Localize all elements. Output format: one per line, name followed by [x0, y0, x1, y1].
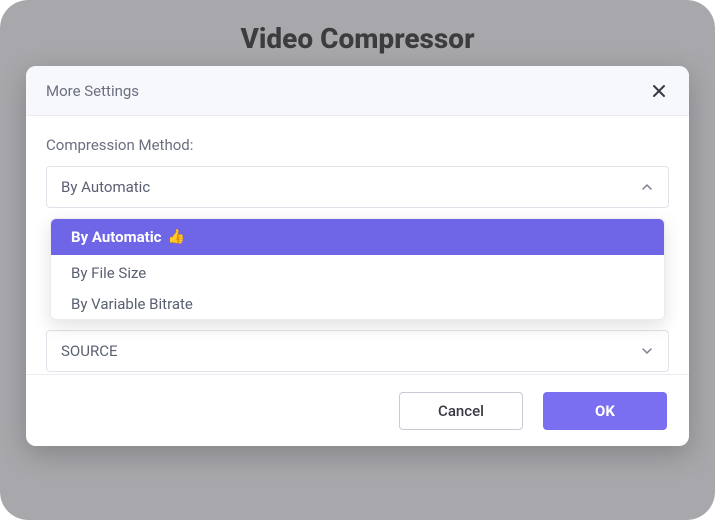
source-select[interactable]: SOURCE — [46, 330, 669, 372]
dropdown-option-variable-bitrate[interactable]: By Variable Bitrate — [51, 291, 664, 319]
modal-header: More Settings — [26, 66, 689, 116]
chevron-down-icon — [640, 344, 654, 358]
modal-title: More Settings — [46, 82, 139, 100]
close-button[interactable] — [647, 79, 671, 103]
chevron-up-icon — [640, 180, 654, 194]
compression-method-value: By Automatic — [61, 178, 150, 196]
settings-modal: More Settings Compression Method: By Aut… — [26, 66, 689, 446]
button-label: Cancel — [438, 402, 484, 420]
thumbs-up-icon: 👍 — [167, 229, 184, 245]
modal-body: Compression Method: By Automatic By Auto… — [26, 116, 689, 374]
source-value: SOURCE — [61, 342, 117, 360]
dropdown-option-file-size[interactable]: By File Size — [51, 255, 664, 291]
compression-method-label: Compression Method: — [46, 136, 669, 154]
modal-footer: Cancel OK — [26, 374, 689, 446]
compression-method-dropdown: By Automatic 👍 By File Size By Variable … — [50, 218, 665, 320]
dropdown-option-label: By File Size — [71, 264, 146, 282]
dropdown-option-label: By Automatic — [71, 228, 161, 246]
compression-method-select[interactable]: By Automatic — [46, 166, 669, 208]
dropdown-option-label: By Variable Bitrate — [71, 295, 193, 313]
cancel-button[interactable]: Cancel — [399, 392, 523, 430]
close-icon — [652, 84, 666, 98]
dropdown-option-automatic[interactable]: By Automatic 👍 — [51, 219, 664, 255]
button-label: OK — [595, 402, 615, 420]
ok-button[interactable]: OK — [543, 392, 667, 430]
